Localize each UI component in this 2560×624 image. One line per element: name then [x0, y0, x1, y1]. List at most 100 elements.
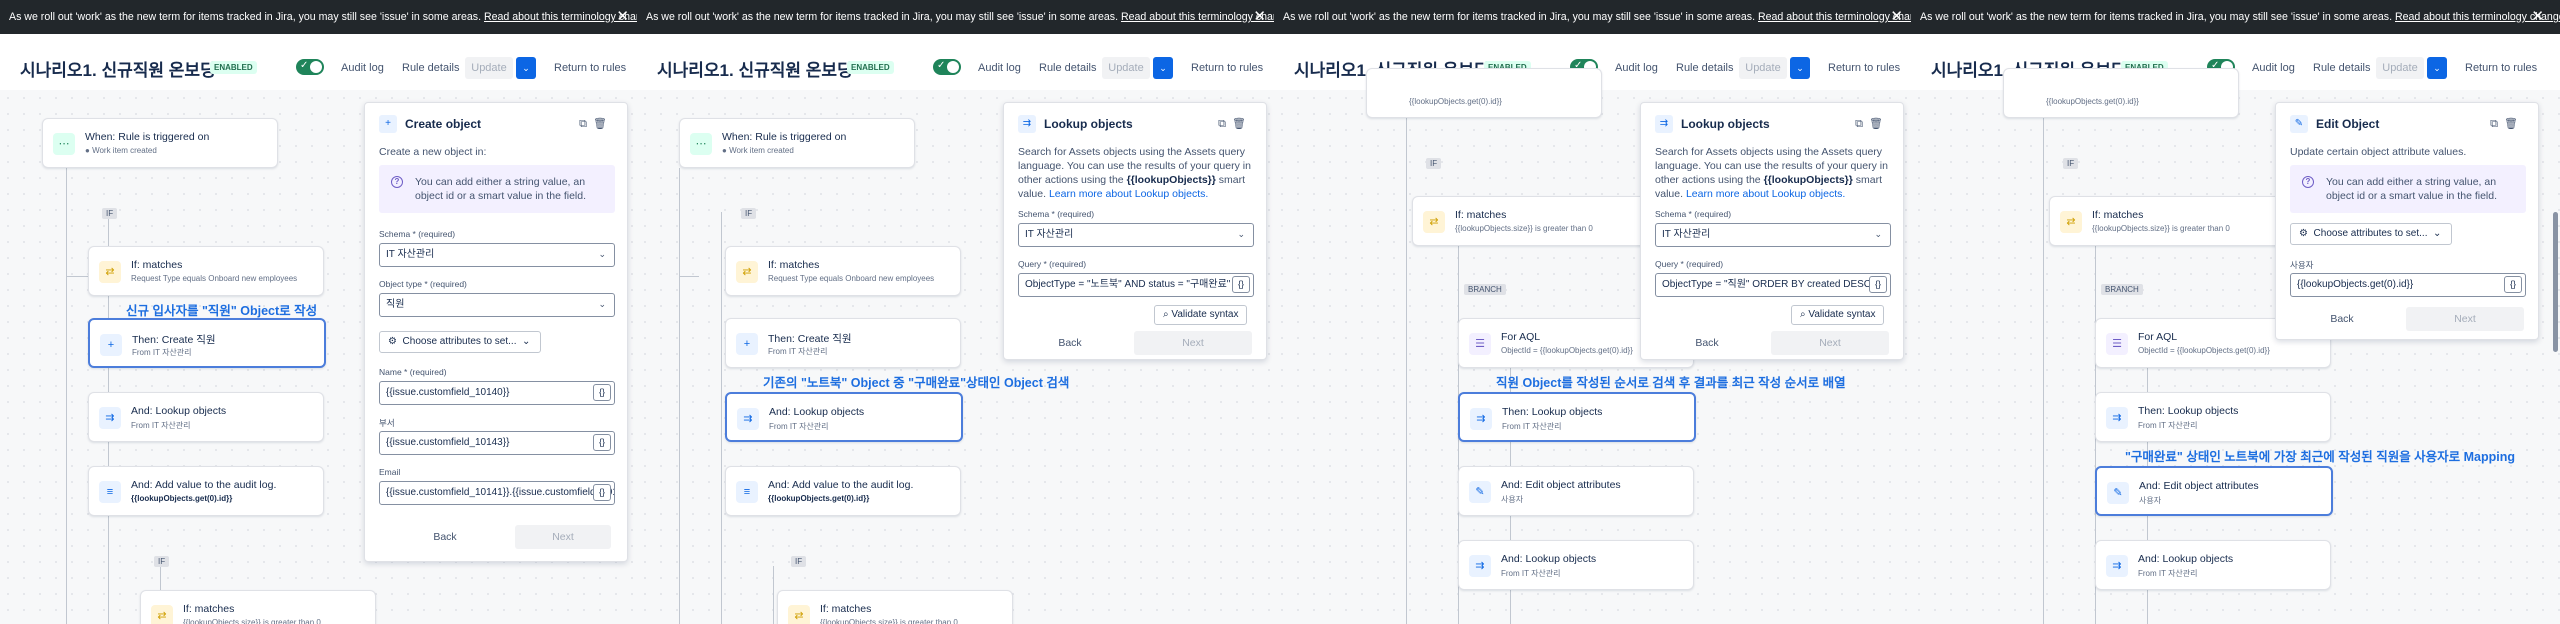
node-subtitle: {{lookupObjects.size}} is greater than 0 [820, 618, 958, 624]
close-icon[interactable]: ✕ [2531, 0, 2544, 34]
update-button[interactable]: Update [465, 57, 513, 79]
next-button[interactable]: Next [1134, 331, 1252, 355]
back-button[interactable]: Back [1687, 337, 1727, 349]
condition-node[interactable]: ⇄ If: matches {{lookupObjects.size}} is … [2049, 196, 2285, 246]
user-field[interactable]: {{lookupObjects.get(0).id}}{} [2290, 273, 2526, 297]
node-subtitle: {{lookupObjects.get(0).id}} [2046, 97, 2139, 106]
smart-value-icon[interactable]: {} [593, 434, 611, 451]
lookup-icon: ⇉ [1470, 408, 1492, 430]
audit-log-node[interactable]: {{lookupObjects.get(0).id}} [1366, 68, 1602, 118]
close-icon[interactable]: ✕ [1253, 0, 1266, 34]
update-button[interactable]: Update [2376, 57, 2424, 79]
smart-value-icon[interactable]: {} [1232, 276, 1250, 293]
banner-link[interactable]: Read about this terminology change [1121, 11, 1274, 23]
banner-link[interactable]: Read about this terminology change [1758, 11, 1911, 23]
department-field[interactable]: {{issue.customfield_10143}}{} [379, 431, 615, 455]
copy-delete-icons[interactable]: ⧉🗑 [1218, 117, 1252, 131]
rule-details-button[interactable]: Rule details [2313, 62, 2370, 74]
validate-syntax-button[interactable]: ⌕ Validate syntax [1791, 305, 1885, 325]
node-title: When: Rule is triggered on [722, 131, 847, 143]
rule-details-button[interactable]: Rule details [402, 62, 459, 74]
edit-object-node[interactable]: ✎ And: Edit object attributes 사용자 [2095, 466, 2333, 516]
trigger-node[interactable]: ⋯ When: Rule is triggered on ● Work item… [679, 118, 915, 168]
lookup-node[interactable]: ⇉ Then: Lookup objects From IT 자산관리 [1458, 392, 1696, 442]
back-button[interactable]: Back [1050, 337, 1090, 349]
lookup-node[interactable]: ⇉ Then: Lookup objects From IT 자산관리 [2095, 392, 2331, 442]
condition-node[interactable]: ⇄ If: matches {{lookupObjects.size}} is … [1412, 196, 1648, 246]
audit-log-button[interactable]: Audit log [2252, 62, 2295, 74]
lookup-node[interactable]: ⇉ And: Lookup objects From IT 자산관리 [725, 392, 963, 442]
schema-select[interactable]: IT 자산관리 ⌄ [1655, 223, 1891, 247]
copy-delete-icons[interactable]: ⧉🗑 [1855, 117, 1889, 131]
query-field[interactable]: ObjectType = "직원" ORDER BY created DESC{… [1655, 273, 1891, 297]
email-field[interactable]: {{issue.customfield_10141}}.{{issue.cust… [379, 481, 615, 505]
audit-log-node[interactable]: ≡ And: Add value to the audit log. {{loo… [725, 466, 961, 516]
trigger-node[interactable]: ⋯ When: Rule is triggered on ● Work item… [42, 118, 278, 168]
condition-node[interactable]: ⇄ If: matches Request Type equals Onboar… [725, 246, 961, 296]
chevron-down-icon: ⌄ [598, 299, 606, 309]
lookup-icon: ⇉ [1655, 115, 1673, 133]
rule-enabled-toggle[interactable]: ✓ [933, 59, 961, 75]
scrollbar[interactable] [2553, 212, 2558, 352]
return-to-rules-button[interactable]: Return to rules [1191, 62, 1263, 74]
learn-more-link[interactable]: Learn more about Lookup objects. [1049, 188, 1208, 200]
schema-select[interactable]: IT 자산관리 ⌄ [1018, 223, 1254, 247]
create-object-node[interactable]: + Then: Create 직원 From IT 자산관리 [725, 318, 961, 368]
node-title: Then: Create 직원 [132, 334, 216, 346]
next-button[interactable]: Next [2406, 307, 2524, 331]
chevron-down-icon[interactable]: ⌄ [2427, 57, 2447, 79]
trigger-icon: ⋯ [53, 133, 75, 155]
object-type-select[interactable]: 직원 ⌄ [379, 293, 615, 317]
condition-node[interactable]: ⇄ If: matches {{lookupObjects.size}} is … [140, 590, 376, 624]
close-icon[interactable]: ✕ [616, 0, 629, 34]
smart-value-icon[interactable]: {} [2504, 276, 2522, 293]
condition-node[interactable]: ⇄ If: matches Request Type equals Onboar… [88, 246, 324, 296]
rule-details-button[interactable]: Rule details [1676, 62, 1733, 74]
update-button[interactable]: Update [1739, 57, 1787, 79]
chevron-down-icon[interactable]: ⌄ [1153, 57, 1173, 79]
smart-value-icon[interactable]: {} [593, 484, 611, 501]
learn-more-link[interactable]: Learn more about Lookup objects. [1686, 188, 1845, 200]
smart-value-icon[interactable]: {} [593, 384, 611, 401]
copy-delete-icons[interactable]: ⧉🗑 [2490, 117, 2524, 131]
update-button[interactable]: Update [1102, 57, 1150, 79]
back-button[interactable]: Back [415, 531, 475, 543]
audit-log-button[interactable]: Audit log [978, 62, 1021, 74]
return-to-rules-button[interactable]: Return to rules [1828, 62, 1900, 74]
schema-label: Schema * (required) [1018, 209, 1095, 219]
next-button[interactable]: Next [1771, 331, 1889, 355]
audit-log-node[interactable]: ≡ And: Add value to the audit log. {{loo… [88, 466, 324, 516]
chevron-down-icon[interactable]: ⌄ [516, 57, 536, 79]
return-to-rules-button[interactable]: Return to rules [554, 62, 626, 74]
lookup-node[interactable]: ⇉ And: Lookup objects From IT 자산관리 [88, 392, 324, 442]
branch-icon: ☰ [1469, 333, 1491, 355]
lookup-node[interactable]: ⇉ And: Lookup objects From IT 자산관리 [1458, 540, 1694, 590]
schema-select[interactable]: IT 자산관리 ⌄ [379, 243, 615, 267]
rule-header: 시나리오1. 신규직원 온보딩 ENABLED ✓ Audit log Rule… [637, 34, 1274, 90]
edit-object-node[interactable]: ✎ And: Edit object attributes 사용자 [1458, 466, 1694, 516]
create-object-node[interactable]: + Then: Create 직원 From IT 자산관리 [88, 318, 326, 368]
screenshot-root: As we roll out 'work' as the new term fo… [0, 0, 2560, 624]
validate-syntax-button[interactable]: ⌕ Validate syntax [1154, 305, 1248, 325]
back-button[interactable]: Back [2322, 313, 2362, 325]
smart-value-icon[interactable]: {} [1869, 276, 1887, 293]
name-field[interactable]: {{issue.customfield_10140}}{} [379, 381, 615, 405]
condition-node[interactable]: ⇄ If: matches {{lookupObjects.size}} is … [777, 590, 1013, 624]
copy-delete-icons[interactable]: ⧉🗑 [579, 117, 613, 131]
audit-log-button[interactable]: Audit log [341, 62, 384, 74]
return-to-rules-button[interactable]: Return to rules [2465, 62, 2537, 74]
rule-enabled-toggle[interactable]: ✓ [296, 59, 324, 75]
query-field[interactable]: ObjectType = "노트북" AND status = "구매완료"{} [1018, 273, 1254, 297]
choose-attributes-button[interactable]: ⚙ Choose attributes to set... ⌄ [379, 331, 542, 353]
audit-log-button[interactable]: Audit log [1615, 62, 1658, 74]
audit-log-node[interactable]: {{lookupObjects.get(0).id}} [2003, 68, 2239, 118]
lookup-node[interactable]: ⇉ And: Lookup objects From IT 자산관리 [2095, 540, 2331, 590]
flow-line [1406, 90, 1407, 624]
close-icon[interactable]: ✕ [1890, 0, 1903, 34]
condition-icon: ⇄ [788, 605, 810, 624]
banner-link[interactable]: Read about this terminology change [484, 11, 637, 23]
choose-attributes-button[interactable]: ⚙ Choose attributes to set... ⌄ [2290, 223, 2453, 245]
rule-details-button[interactable]: Rule details [1039, 62, 1096, 74]
next-button[interactable]: Next [515, 525, 611, 549]
chevron-down-icon[interactable]: ⌄ [1790, 57, 1810, 79]
